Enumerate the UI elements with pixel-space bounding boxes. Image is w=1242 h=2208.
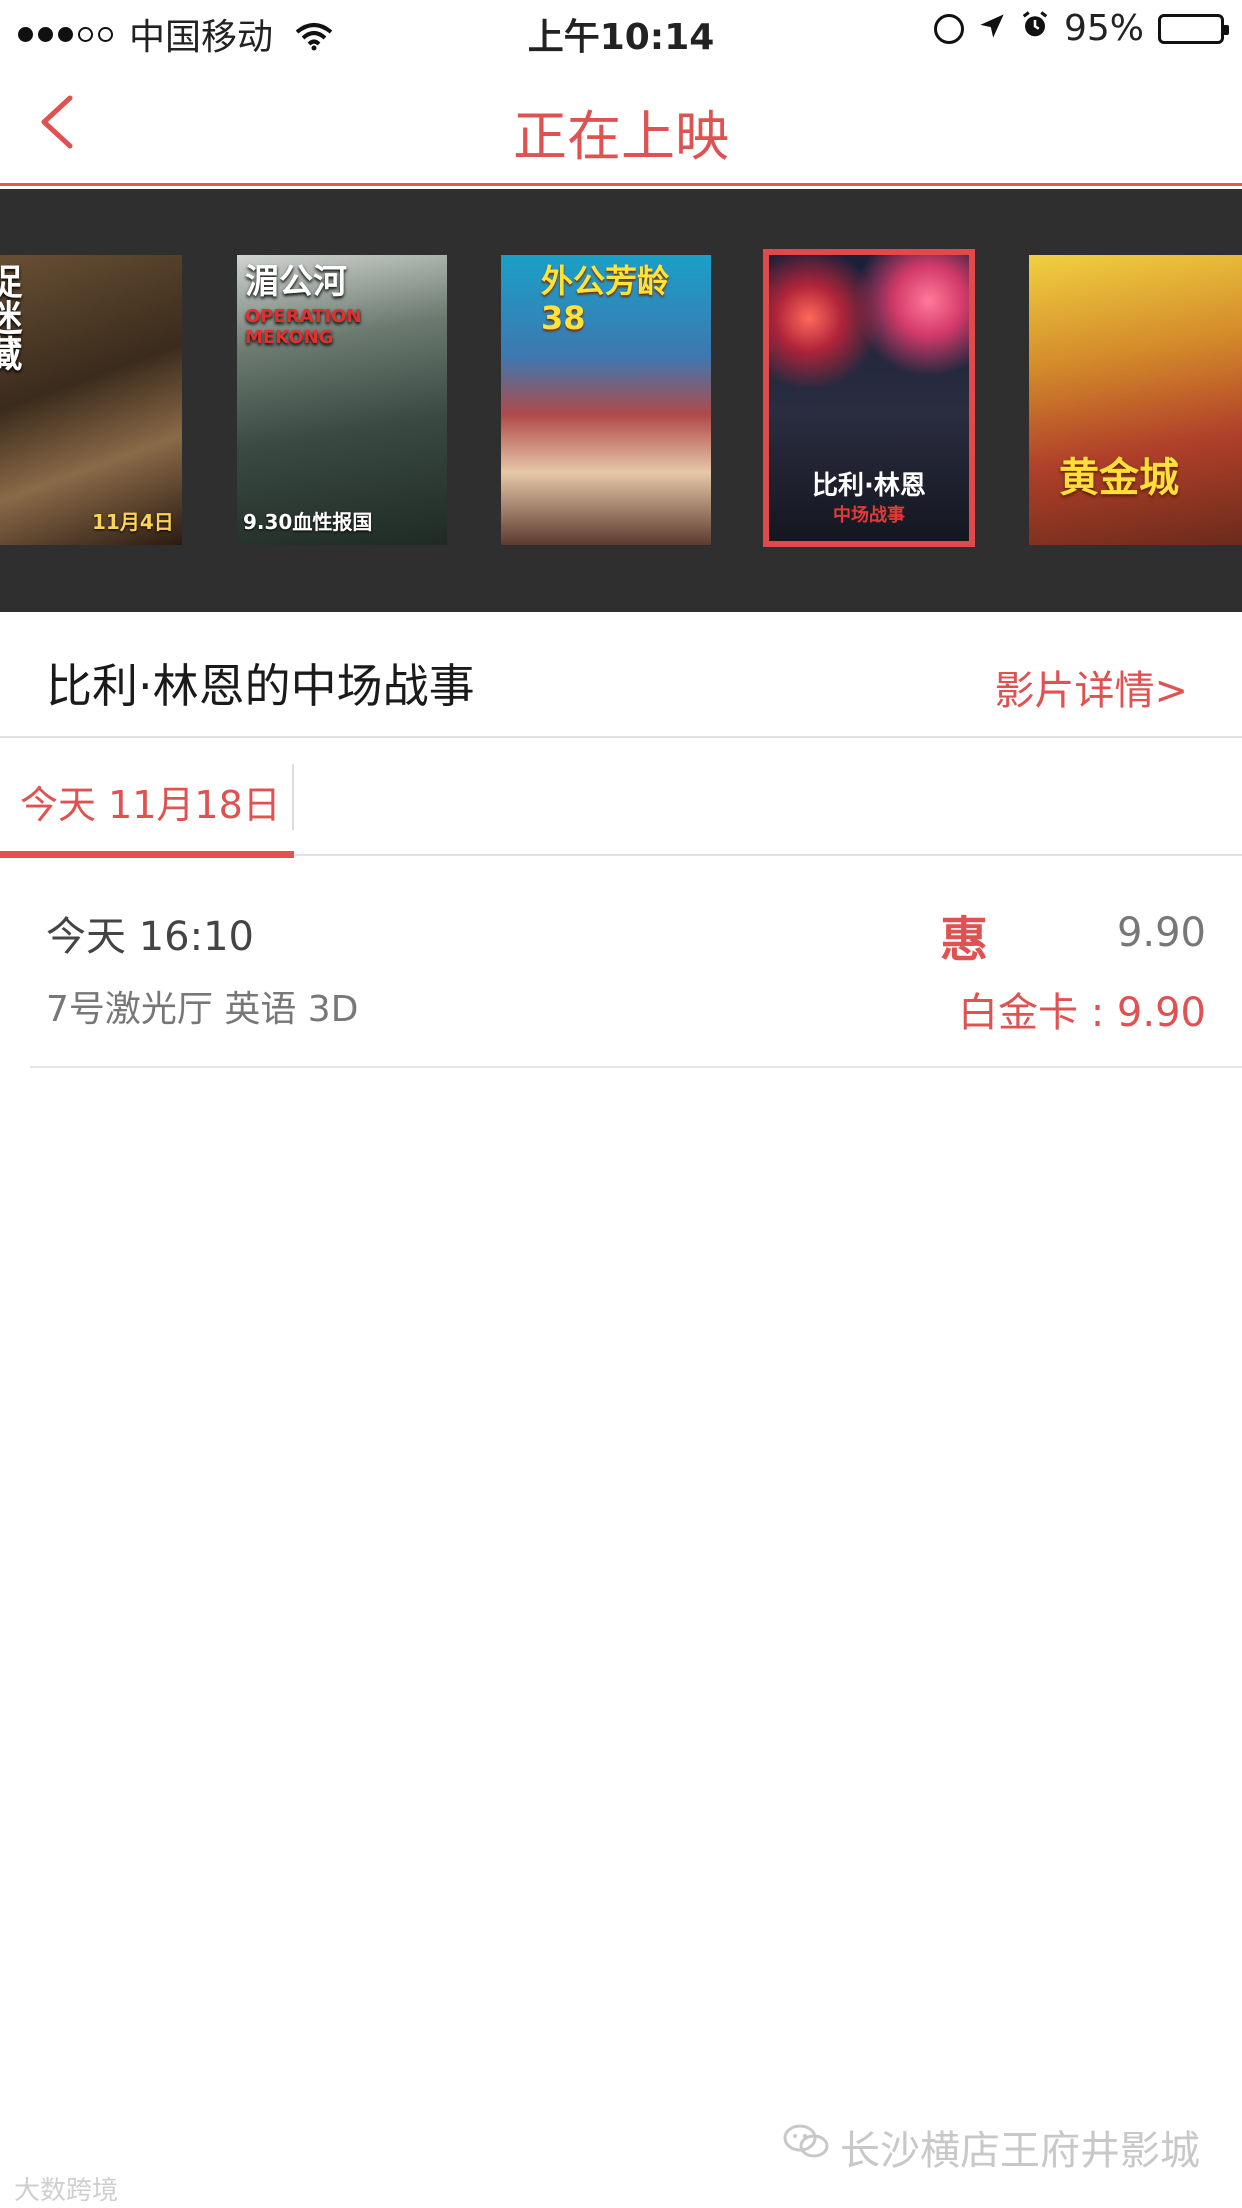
nav-bar: 正在上映	[0, 60, 1242, 186]
orientation-lock-icon	[933, 13, 964, 44]
alarm-icon	[1020, 8, 1050, 49]
poster-subtitle: 中场战事	[833, 505, 905, 526]
poster-item[interactable]: 捉迷藏 11月4日	[0, 255, 182, 545]
showtime-price: 9.90	[1116, 910, 1206, 956]
movie-detail-link[interactable]: 影片详情>	[994, 658, 1188, 716]
poster-title: 黄金城	[1059, 455, 1179, 501]
showtime-hall: 7号激光厅 英语 3D	[46, 989, 359, 1030]
poster-title: 湄公河	[245, 262, 347, 302]
status-right: 95%	[933, 8, 1229, 49]
date-tab-label: 今天 11月18日	[20, 783, 281, 827]
tab-today[interactable]: 今天 11月18日	[0, 738, 294, 858]
poster-title: 外公芳龄38	[541, 262, 670, 337]
date-tabs: 今天 11月18日	[0, 738, 1242, 858]
platinum-card-price: 白金卡 : 9.90	[958, 990, 1206, 1036]
poster-note: 9.30血性报国	[243, 510, 373, 534]
showtime-time: 今天 16:10	[46, 914, 254, 960]
poster-item[interactable]: 外公芳龄38	[501, 255, 711, 545]
poster-item[interactable]: 湄公河 OPERATION MEKONG 9.30血性报国	[237, 255, 447, 545]
poster-title: 捉迷藏	[0, 263, 22, 371]
status-bar: 中国移动 上午10:14 95%	[0, 0, 1242, 60]
tab-divider	[292, 764, 294, 830]
poster-title: 比利·林恩	[812, 471, 926, 501]
movie-title: 比利·林恩的中场战事	[46, 659, 475, 713]
poster-carousel[interactable]: 捉迷藏 11月4日 湄公河 OPERATION MEKONG 9.30血性报国 …	[0, 189, 1242, 612]
movie-header: 比利·林恩的中场战事 影片详情>	[0, 612, 1242, 738]
poster-item-selected[interactable]: 比利·林恩 中场战事	[763, 249, 975, 547]
poster-note: 11月4日	[92, 510, 174, 534]
page-title: 正在上映	[513, 105, 729, 168]
location-arrow-icon	[978, 8, 1006, 49]
discount-badge: 惠	[940, 912, 989, 968]
watermark-left: 大数跨境	[14, 2176, 119, 2206]
watermark-right: 长沙横店王府井影城	[782, 2118, 1200, 2176]
showtime-row[interactable]: 今天 16:10 7号激光厅 英语 3D 惠 9.90 白金卡 : 9.90	[30, 856, 1242, 1068]
watermark-text: 长沙横店王府井影城	[840, 2128, 1200, 2174]
battery-percent: 95%	[1063, 8, 1144, 49]
poster-subtitle: OPERATION MEKONG	[245, 306, 362, 348]
battery-icon	[1158, 13, 1229, 44]
wechat-icon	[782, 2122, 830, 2172]
poster-item[interactable]: 黄金城	[1029, 255, 1242, 545]
